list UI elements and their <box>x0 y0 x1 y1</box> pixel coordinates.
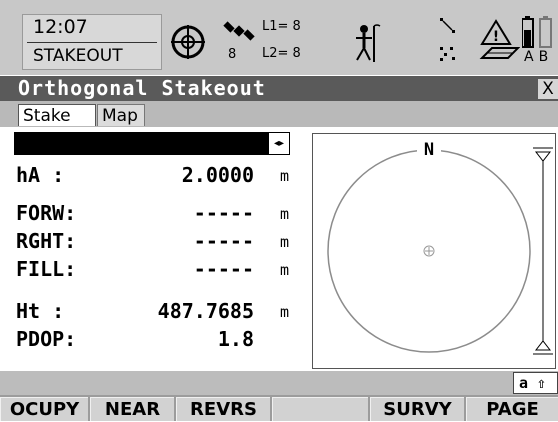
status-bar: 12:07 STAKEOUT 8 L1= 8 L2= 8 ! AB <box>0 0 558 75</box>
near-button[interactable]: NEAR <box>90 397 174 421</box>
line-icon <box>438 16 460 40</box>
field-label: Ht : <box>16 299 65 323</box>
tab-stake[interactable]: Stake <box>18 104 96 126</box>
tab-bar: Stake Map <box>0 101 558 127</box>
field-value: ----- <box>193 257 254 281</box>
field-row-pdop: PDOP: 1.8 <box>16 327 306 355</box>
stakeout-graphic[interactable]: N <box>312 133 556 369</box>
points-icon <box>438 44 460 68</box>
message-line: a ⇧ <box>0 371 558 395</box>
field-value: ----- <box>193 229 254 253</box>
page-button[interactable]: PAGE <box>466 397 558 421</box>
field-unit: m <box>280 303 290 321</box>
satellite-icon[interactable] <box>222 18 256 48</box>
field-row-fill: FILL: ----- m <box>16 257 306 285</box>
function-key-bar: OCUPY NEAR REVRS SURVY PAGE <box>0 395 558 421</box>
field-label: hA : <box>16 163 65 187</box>
position-icon[interactable] <box>168 22 208 66</box>
input-mode-indicator: a ⇧ <box>513 372 558 394</box>
person-icon[interactable] <box>352 24 382 68</box>
survy-button[interactable]: SURVY <box>370 397 464 421</box>
field-value: 1.8 <box>217 327 254 351</box>
field-label: RGHT: <box>16 229 77 253</box>
field-value: ----- <box>193 201 254 225</box>
ocupy-button[interactable]: OCUPY <box>0 397 88 421</box>
stake-values-panel: ◂▸ hA : 2.0000 m FORW: ----- m RGHT: ---… <box>14 127 308 369</box>
field-row-forw: FORW: ----- m <box>16 201 306 229</box>
field-unit: m <box>280 233 290 251</box>
tab-map[interactable]: Map <box>97 104 145 126</box>
left-right-arrows-icon[interactable]: ◂▸ <box>268 132 290 155</box>
field-row-rght: RGHT: ----- m <box>16 229 306 257</box>
warning-icon[interactable]: ! <box>478 18 521 70</box>
svg-text:!: ! <box>493 29 499 45</box>
height-scale-icon <box>533 147 553 355</box>
l1-count: L1= 8 <box>262 19 301 34</box>
field-label: FORW: <box>16 201 77 225</box>
satellite-count: 8 <box>228 47 237 62</box>
field-unit: m <box>280 261 290 279</box>
north-marker: N <box>417 138 441 160</box>
svg-text:N: N <box>424 140 434 160</box>
field-value: 487.7685 <box>157 299 254 323</box>
stakeout-screen: 12:07 STAKEOUT 8 L1= 8 L2= 8 ! AB Orthog… <box>0 0 558 421</box>
revrs-button[interactable]: REVRS <box>176 397 270 421</box>
divider <box>27 42 157 43</box>
field-label: FILL: <box>16 257 77 281</box>
page-title: Orthogonal Stakeout <box>18 76 266 100</box>
empty-fkey-button[interactable] <box>272 397 368 421</box>
field-unit: m <box>280 167 290 185</box>
field-unit: m <box>280 205 290 223</box>
clock-time: 12:07 <box>33 16 88 38</box>
field-value[interactable]: 2.0000 <box>182 163 254 187</box>
center-target-icon <box>423 245 435 257</box>
program-mode: STAKEOUT <box>33 46 123 66</box>
field-label: PDOP: <box>16 327 77 351</box>
battery-ab-label: AB <box>524 49 554 65</box>
time-mode-box: 12:07 STAKEOUT <box>22 14 162 70</box>
title-bar: Orthogonal Stakeout X <box>0 76 558 101</box>
field-row-ht: Ht : 487.7685 m <box>16 299 306 327</box>
close-button[interactable]: X <box>538 79 558 99</box>
field-row-ha[interactable]: hA : 2.0000 m <box>16 163 306 191</box>
l2-count: L2= 8 <box>262 46 301 61</box>
stake-point-selector[interactable]: ◂▸ <box>14 132 290 155</box>
